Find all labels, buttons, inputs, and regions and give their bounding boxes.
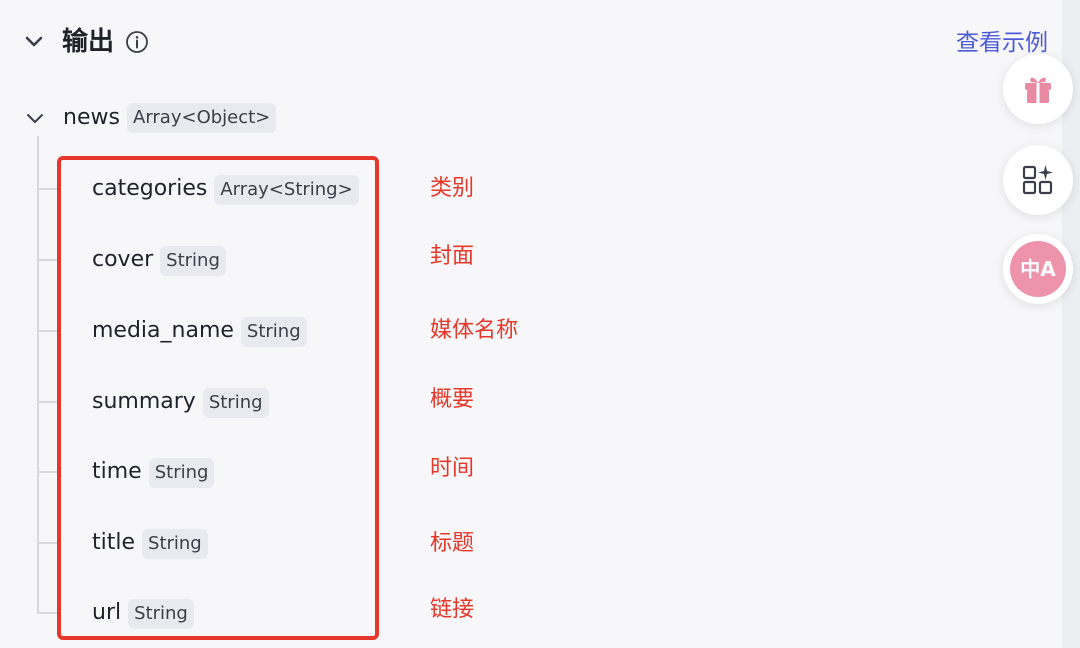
collapse-chevron-icon[interactable] <box>22 30 46 54</box>
translate-button[interactable]: 中A <box>1003 234 1073 304</box>
section-title: 输出 <box>62 27 115 57</box>
info-icon[interactable] <box>125 30 149 54</box>
field-note-cover: 封面 <box>430 244 475 269</box>
field-note-summary: 概要 <box>430 387 475 412</box>
tree-root-type-tag: Array<Object> <box>127 103 277 133</box>
field-note-categories: 类别 <box>430 176 475 201</box>
field-note-url: 链接 <box>430 597 475 622</box>
apps-sparkle-icon <box>1022 165 1053 195</box>
field-note-time: 时间 <box>430 456 475 481</box>
field-note-title: 标题 <box>430 531 475 556</box>
translate-icon: 中A <box>1010 241 1066 297</box>
gift-icon <box>1025 77 1051 103</box>
tree-expand-chevron-icon[interactable] <box>24 108 46 130</box>
gift-button[interactable] <box>1003 54 1073 124</box>
tree-root-name: news <box>63 105 120 130</box>
annotation-highlight-box <box>57 156 379 640</box>
apps-button[interactable] <box>1003 145 1073 215</box>
field-note-media-name: 媒体名称 <box>430 318 519 343</box>
